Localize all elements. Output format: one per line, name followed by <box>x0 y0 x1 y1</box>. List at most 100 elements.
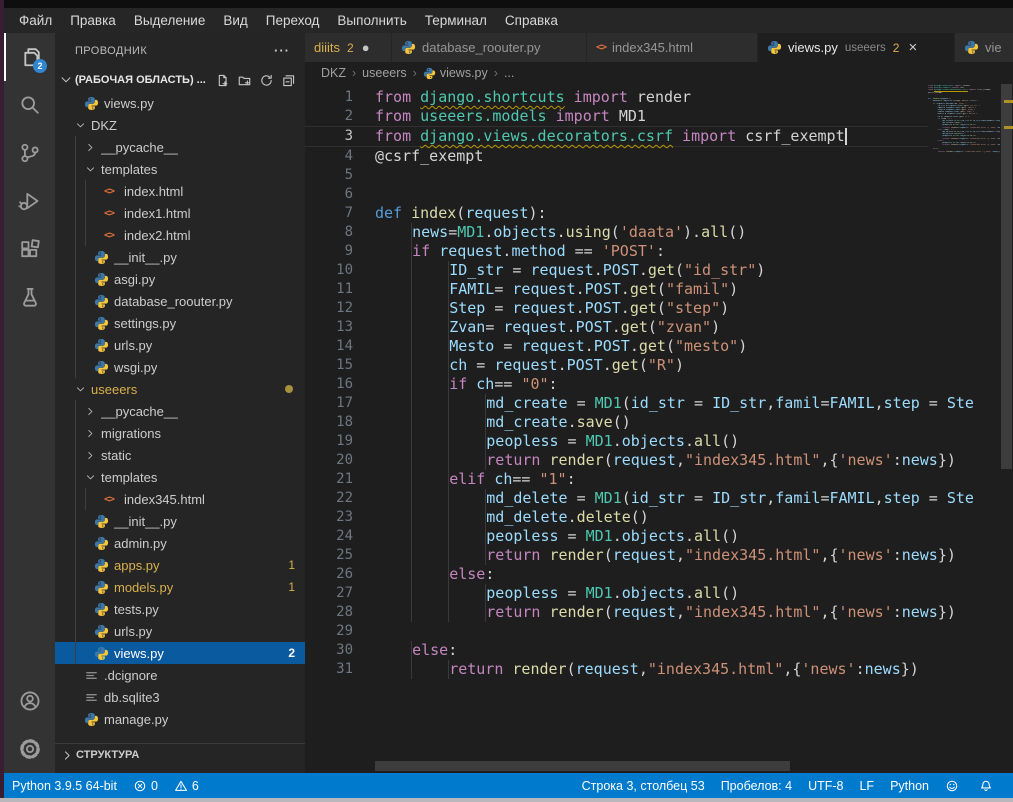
code-line-18[interactable]: 18md_create.save() <box>305 413 928 432</box>
code-line-5[interactable]: 5 <box>305 166 928 185</box>
tab-vie[interactable]: vie <box>955 33 1013 62</box>
breadcrumb-item-useeers[interactable]: useeers <box>362 66 406 80</box>
status-right-4[interactable]: Python <box>882 773 937 798</box>
code-line-9[interactable]: 9if request.method == 'POST': <box>305 242 928 261</box>
tree-file-views.py[interactable]: views.py <box>55 92 305 114</box>
collapse-all-button[interactable] <box>277 70 299 90</box>
tree-folder-templates[interactable]: templates <box>55 158 305 180</box>
code-line-16[interactable]: 16if ch== "0": <box>305 375 928 394</box>
menu-item-1[interactable]: Правка <box>61 8 125 33</box>
menu-item-2[interactable]: Выделение <box>125 8 215 33</box>
code-line-28[interactable]: 28return render(request,"index345.html",… <box>305 603 928 622</box>
new-file-button[interactable] <box>211 70 233 90</box>
code-line-27[interactable]: 27peopless = MD1.objects.all() <box>305 584 928 603</box>
activity-files[interactable]: 2 <box>4 33 55 81</box>
menu-item-4[interactable]: Переход <box>257 8 329 33</box>
tree-file-manage.py[interactable]: manage.py <box>55 708 305 730</box>
close-icon[interactable]: × <box>908 41 917 55</box>
activity-search[interactable] <box>4 81 55 129</box>
tree-folder-templates[interactable]: templates <box>55 466 305 488</box>
tree-file-.dcignore[interactable]: .dcignore <box>55 664 305 686</box>
activity-extensions[interactable] <box>4 225 55 273</box>
tree-folder-__pycache__[interactable]: __pycache__ <box>55 136 305 158</box>
tree-file-settings.py[interactable]: settings.py <box>55 312 305 334</box>
code-line-6[interactable]: 6 <box>305 185 928 204</box>
status-error[interactable]: 0 <box>125 773 166 798</box>
scrollbar-thumb[interactable] <box>1001 84 1012 469</box>
tab-database_roouter.py[interactable]: database_roouter.py <box>392 33 587 62</box>
tree-file-index1.html[interactable]: <>index1.html <box>55 202 305 224</box>
tab-views.py[interactable]: views.pyuseeers2× <box>758 33 955 62</box>
menu-item-0[interactable]: Файл <box>10 8 61 33</box>
tree-file-index345.html[interactable]: <>index345.html <box>55 488 305 510</box>
outline-section-header[interactable]: СТРУКТУРА <box>55 743 305 766</box>
code-line-30[interactable]: 30else: <box>305 641 928 660</box>
tree-file-database_roouter.py[interactable]: database_roouter.py <box>55 290 305 312</box>
tree-file-admin.py[interactable]: admin.py <box>55 532 305 554</box>
workspace-section-header[interactable]: (РАБОЧАЯ ОБЛАСТЬ) ... <box>55 68 305 92</box>
activity-settings-gear[interactable] <box>4 725 55 773</box>
minimap[interactable]: from django.shortcuts import renderfrom … <box>928 85 1000 153</box>
code-line-11[interactable]: 11FAMIL= request.POST.get("famil") <box>305 280 928 299</box>
tree-file-asgi.py[interactable]: asgi.py <box>55 268 305 290</box>
tab-diiits[interactable]: diiits2● <box>305 33 392 62</box>
status-left-0[interactable]: Python 3.9.5 64-bit <box>4 773 125 798</box>
activity-source-control[interactable] <box>4 129 55 177</box>
status-bell[interactable] <box>971 773 1005 798</box>
code-line-14[interactable]: 14Mesto = request.POST.get("mesto") <box>305 337 928 356</box>
code-line-25[interactable]: 25return render(request,"index345.html",… <box>305 546 928 565</box>
tab-index345.html[interactable]: <>index345.html <box>587 33 758 62</box>
tree-file-urls.py[interactable]: urls.py <box>55 620 305 642</box>
status-right-0[interactable]: Строка 3, столбец 53 <box>574 773 713 798</box>
code-line-23[interactable]: 23md_delete.delete() <box>305 508 928 527</box>
new-folder-button[interactable] <box>233 70 255 90</box>
menu-item-3[interactable]: Вид <box>214 8 256 33</box>
status-right-2[interactable]: UTF-8 <box>800 773 851 798</box>
refresh-button[interactable] <box>255 70 277 90</box>
tree-file-apps.py[interactable]: apps.py1 <box>55 554 305 576</box>
tree-file-__init__.py[interactable]: __init__.py <box>55 510 305 532</box>
code-line-12[interactable]: 12Step = request.POST.get("step") <box>305 299 928 318</box>
code-editor[interactable]: 1from django.shortcuts import render2fro… <box>305 84 1013 773</box>
code-line-29[interactable]: 29 <box>305 622 928 641</box>
code-line-15[interactable]: 15ch = request.POST.get("R") <box>305 356 928 375</box>
breadcrumb-item-...[interactable]: ... <box>504 66 514 80</box>
code-line-26[interactable]: 26else: <box>305 565 928 584</box>
activity-run-debug[interactable] <box>4 177 55 225</box>
tree-file-views.py[interactable]: views.py2 <box>55 642 305 664</box>
tree-folder-__pycache__[interactable]: __pycache__ <box>55 400 305 422</box>
vertical-scrollbar[interactable] <box>1000 62 1013 773</box>
tree-file-models.py[interactable]: models.py1 <box>55 576 305 598</box>
tree-file-tests.py[interactable]: tests.py <box>55 598 305 620</box>
code-line-7[interactable]: 7def index(request): <box>305 204 928 223</box>
breadcrumb-item-DKZ[interactable]: DKZ <box>321 66 346 80</box>
tree-folder-DKZ[interactable]: DKZ <box>55 114 305 136</box>
horizontal-scrollbar[interactable] <box>375 761 790 771</box>
code-line-13[interactable]: 13Zvan= request.POST.get("zvan") <box>305 318 928 337</box>
code-line-20[interactable]: 20return render(request,"index345.html",… <box>305 451 928 470</box>
code-line-1[interactable]: 1from django.shortcuts import render <box>305 88 928 107</box>
activity-account[interactable] <box>4 677 55 725</box>
tree-file-wsgi.py[interactable]: wsgi.py <box>55 356 305 378</box>
status-right-1[interactable]: Пробелов: 4 <box>713 773 800 798</box>
tree-folder-static[interactable]: static <box>55 444 305 466</box>
code-line-3[interactable]: 3from django.views.decorators.csrf impor… <box>305 126 928 147</box>
code-line-4[interactable]: 4@csrf_exempt <box>305 147 928 166</box>
code-line-19[interactable]: 19peopless = MD1.objects.all() <box>305 432 928 451</box>
tree-folder-useeers[interactable]: useeers <box>55 378 305 400</box>
code-line-8[interactable]: 8news=MD1.objects.using('daata').all() <box>305 223 928 242</box>
code-line-22[interactable]: 22md_delete = MD1(id_str = ID_str,famil=… <box>305 489 928 508</box>
views-and-more-actions-button[interactable]: ··· <box>271 41 293 61</box>
tree-file-db.sqlite3[interactable]: db.sqlite3 <box>55 686 305 708</box>
status-warning[interactable]: 6 <box>166 773 207 798</box>
code-line-31[interactable]: 31return render(request,"index345.html",… <box>305 660 928 679</box>
code-line-10[interactable]: 10ID_str = request.POST.get("id_str") <box>305 261 928 280</box>
breadcrumb-item-views.py[interactable]: views.py <box>423 66 488 80</box>
tree-file-urls.py[interactable]: urls.py <box>55 334 305 356</box>
code-line-17[interactable]: 17md_create = MD1(id_str = ID_str,famil=… <box>305 394 928 413</box>
status-right-3[interactable]: LF <box>851 773 882 798</box>
status-feedback[interactable] <box>937 773 971 798</box>
activity-testing[interactable] <box>4 273 55 321</box>
tree-folder-migrations[interactable]: migrations <box>55 422 305 444</box>
code-line-2[interactable]: 2from useeers.models import MD1 <box>305 107 928 126</box>
